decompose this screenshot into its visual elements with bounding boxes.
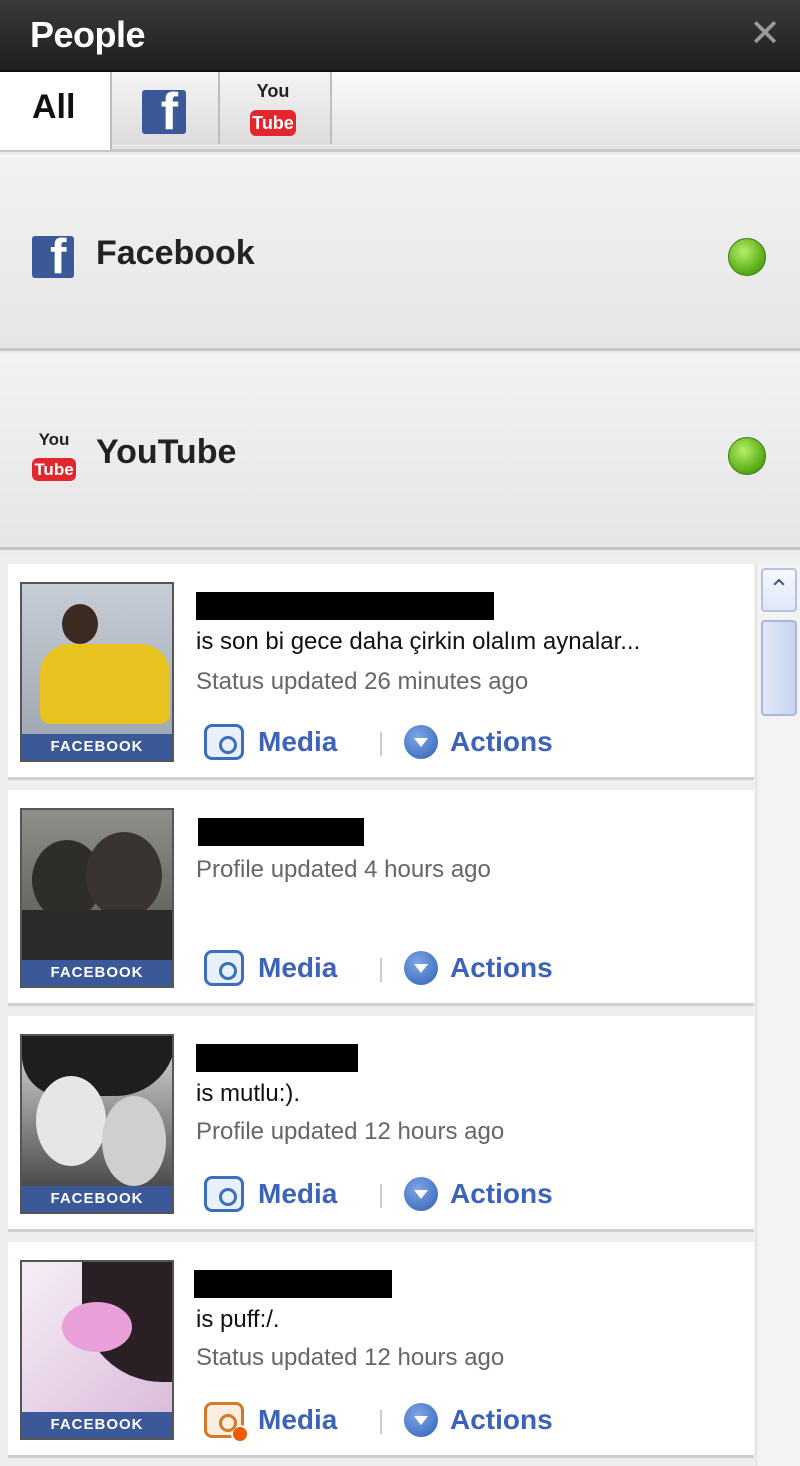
actions-button[interactable]: Actions [404, 1174, 574, 1214]
people-panel: People ✕ All You Tube Facebook You Tube … [0, 0, 800, 1466]
status-text: is mutlu:). [196, 1080, 301, 1107]
scroll-thumb[interactable] [761, 620, 797, 716]
chevron-down-icon [404, 1403, 438, 1437]
avatar[interactable]: FACEBOOK [20, 1034, 174, 1214]
tab-all[interactable]: All [0, 72, 112, 150]
tab-bar: All You Tube [0, 72, 800, 152]
scroll-up-icon[interactable]: ⌃ [761, 568, 797, 612]
feed-scrollbar[interactable]: ⌃ [756, 564, 800, 1466]
feed-item: FACEBOOK Profile updated 4 hours ago Med… [8, 790, 754, 1006]
online-status-icon [728, 437, 766, 475]
update-time: Status updated 26 minutes ago [196, 668, 529, 695]
service-row-youtube[interactable]: You Tube YouTube [0, 354, 800, 550]
media-button[interactable]: Media [204, 948, 364, 988]
source-badge: FACEBOOK [22, 1186, 172, 1212]
source-badge: FACEBOOK [22, 734, 172, 760]
actions-button[interactable]: Actions [404, 948, 574, 988]
chevron-down-icon [404, 1177, 438, 1211]
youtube-icon: You Tube [32, 431, 76, 481]
actions-button[interactable]: Actions [404, 722, 574, 762]
online-status-icon [728, 238, 766, 276]
status-text: is son bi gece daha çirkin olalım aynala… [196, 628, 641, 655]
service-row-facebook[interactable]: Facebook [0, 155, 800, 351]
activity-feed: FACEBOOK is son bi gece daha çirkin olal… [0, 556, 800, 1466]
youtube-icon: You Tube [250, 82, 296, 136]
tab-all-label: All [32, 88, 76, 126]
divider [380, 732, 382, 756]
update-time: Profile updated 4 hours ago [196, 856, 491, 883]
source-badge: FACEBOOK [22, 1412, 172, 1438]
divider [380, 1184, 382, 1208]
source-badge: FACEBOOK [22, 960, 172, 986]
chevron-down-icon [404, 725, 438, 759]
redacted-name [198, 818, 364, 846]
notification-dot-icon [231, 1425, 249, 1443]
update-time: Profile updated 12 hours ago [196, 1118, 505, 1145]
feed-item: FACEBOOK is mutlu:). Profile updated 12 … [8, 1016, 754, 1232]
status-text: is puff:/. [196, 1306, 280, 1333]
redacted-name [194, 1270, 392, 1298]
redacted-name [196, 592, 494, 620]
update-time: Status updated 12 hours ago [196, 1344, 505, 1371]
tab-youtube[interactable]: You Tube [220, 72, 332, 144]
tab-facebook[interactable] [112, 72, 220, 144]
media-button[interactable]: Media [204, 722, 364, 762]
avatar[interactable]: FACEBOOK [20, 582, 174, 762]
media-icon [204, 1176, 244, 1212]
media-icon [204, 950, 244, 986]
title-bar: People ✕ [0, 0, 800, 72]
divider [380, 958, 382, 982]
facebook-icon [142, 90, 186, 134]
media-button[interactable]: Media [204, 1174, 364, 1214]
avatar[interactable]: FACEBOOK [20, 1260, 174, 1440]
chevron-down-icon [404, 951, 438, 985]
avatar[interactable]: FACEBOOK [20, 808, 174, 988]
divider [380, 1410, 382, 1434]
close-icon[interactable]: ✕ [748, 14, 782, 54]
feed-item: FACEBOOK is puff:/. Status updated 12 ho… [8, 1242, 754, 1458]
feed-item: FACEBOOK is son bi gece daha çirkin olal… [8, 564, 754, 780]
facebook-icon [32, 236, 74, 278]
panel-title: People [30, 14, 146, 55]
actions-button[interactable]: Actions [404, 1400, 574, 1440]
media-button[interactable]: Media [204, 1400, 364, 1443]
service-name: Facebook [96, 234, 255, 272]
media-icon [204, 724, 244, 760]
media-icon [204, 1402, 249, 1443]
redacted-name [196, 1044, 358, 1072]
service-name: YouTube [96, 433, 237, 471]
